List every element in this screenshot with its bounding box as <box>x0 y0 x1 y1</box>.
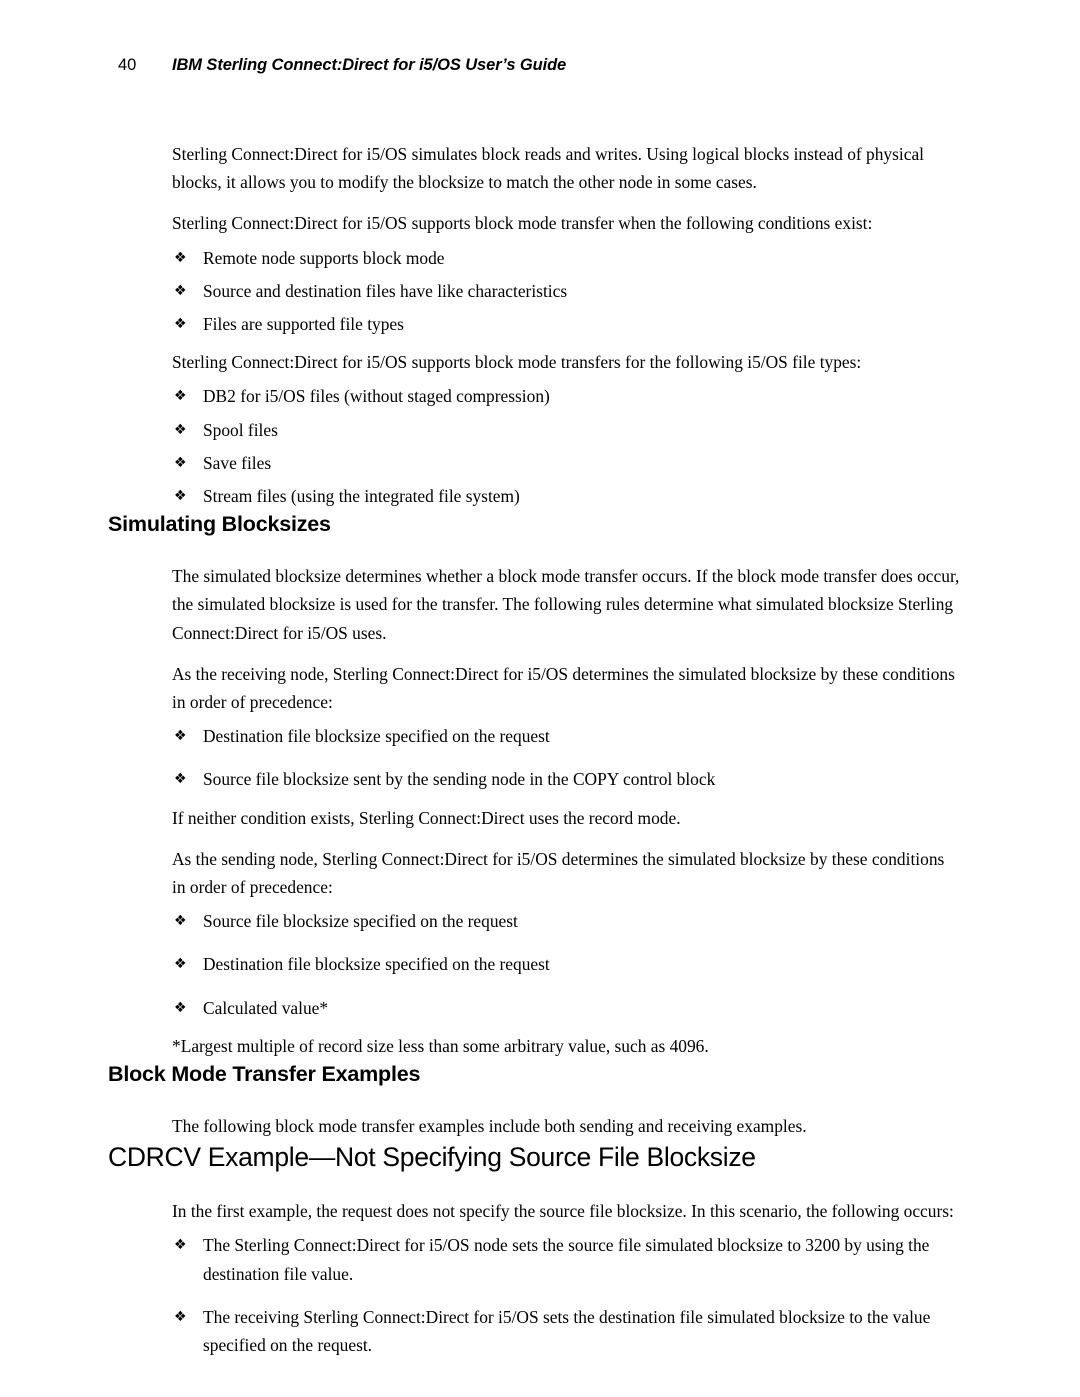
sending-conditions-list: ❖ Source file blocksize specified on the… <box>0 907 1080 1022</box>
diamond-bullet-icon: ❖ <box>174 956 187 973</box>
list-item-label: Files are supported file types <box>203 314 404 335</box>
running-header: 40 IBM Sterling Connect:Direct for i5/OS… <box>0 54 1080 80</box>
paragraph-intro-2: Sterling Connect:Direct for i5/OS suppor… <box>172 213 873 234</box>
paragraph-block-mode-examples: The following block mode transfer exampl… <box>172 1116 807 1137</box>
paragraph-filetypes-intro: Sterling Connect:Direct for i5/OS suppor… <box>172 352 862 373</box>
list-item: ❖ Calculated value* <box>0 994 960 1022</box>
diamond-bullet-icon: ❖ <box>174 421 187 438</box>
list-item-label: The receiving Sterling Connect:Direct fo… <box>203 1306 931 1356</box>
list-item: ❖ Stream files (using the integrated fil… <box>0 482 960 510</box>
list-item: ❖ The Sterling Connect:Direct for i5/OS … <box>0 1231 960 1287</box>
diamond-bullet-icon: ❖ <box>174 771 187 788</box>
header-title: IBM Sterling Connect:Direct for i5/OS Us… <box>172 56 567 74</box>
list-item: ❖ Destination file blocksize specified o… <box>0 950 960 978</box>
list-item-label: Calculated value* <box>203 997 329 1018</box>
heading-cdrcv-example: CDRCV Example—Not Specifying Source File… <box>108 1142 756 1173</box>
diamond-bullet-icon: ❖ <box>174 388 187 405</box>
list-item: ❖ Source file blocksize specified on the… <box>0 907 960 935</box>
file-types-list: ❖ DB2 for i5/OS files (without staged co… <box>0 382 1080 510</box>
receiving-conditions-list: ❖ Destination file blocksize specified o… <box>0 722 1080 793</box>
list-item-label: Spool files <box>203 419 278 440</box>
diamond-bullet-icon: ❖ <box>174 1308 187 1325</box>
list-item: ❖ Files are supported file types <box>0 310 960 338</box>
footnote-calculated-value: *Largest multiple of record size less th… <box>172 1035 709 1056</box>
list-item-label: Source file blocksize specified on the r… <box>203 911 518 932</box>
paragraph-simulating-1: The simulated blocksize determines wheth… <box>172 566 960 643</box>
paragraph-intro-1: Sterling Connect:Direct for i5/OS simula… <box>172 144 924 193</box>
page-number: 40 <box>118 56 137 74</box>
list-item: ❖ Spool files <box>0 416 960 444</box>
list-item: ❖ Destination file blocksize specified o… <box>0 722 960 750</box>
list-item-label: Destination file blocksize specified on … <box>203 954 550 975</box>
paragraph-simulating-2: As the receiving node, Sterling Connect:… <box>172 663 955 713</box>
list-item-label: Stream files (using the integrated file … <box>203 486 520 507</box>
diamond-bullet-icon: ❖ <box>174 1237 187 1254</box>
list-item-label: Source and destination files have like c… <box>203 280 568 301</box>
diamond-bullet-icon: ❖ <box>174 249 187 266</box>
diamond-bullet-icon: ❖ <box>174 454 187 471</box>
list-item-label: DB2 for i5/OS files (without staged comp… <box>203 386 550 407</box>
list-item: ❖ Source and destination files have like… <box>0 277 960 305</box>
paragraph-cdrcv-intro: In the first example, the request does n… <box>172 1201 954 1222</box>
diamond-bullet-icon: ❖ <box>174 999 187 1016</box>
heading-simulating-blocksizes: Simulating Blocksizes <box>108 512 331 537</box>
paragraph-simulating-3: If neither condition exists, Sterling Co… <box>172 807 681 828</box>
list-item-label: Remote node supports block mode <box>203 247 445 268</box>
list-item-label: Source file blocksize sent by the sendin… <box>203 769 716 790</box>
diamond-bullet-icon: ❖ <box>174 488 187 505</box>
list-item-label: Destination file blocksize specified on … <box>203 726 550 747</box>
list-item-label: The Sterling Connect:Direct for i5/OS no… <box>203 1235 930 1284</box>
conditions-list: ❖ Remote node supports block mode ❖ Sour… <box>0 244 1080 339</box>
list-item-label: Save files <box>203 452 272 473</box>
diamond-bullet-icon: ❖ <box>174 282 187 299</box>
cdrcv-steps-list: ❖ The Sterling Connect:Direct for i5/OS … <box>0 1231 1080 1359</box>
diamond-bullet-icon: ❖ <box>174 316 187 333</box>
list-item: ❖ Source file blocksize sent by the send… <box>0 765 960 793</box>
diamond-bullet-icon: ❖ <box>174 913 187 930</box>
list-item: ❖ Remote node supports block mode <box>0 244 960 272</box>
page-content: Sterling Connect:Direct for i5/OS simula… <box>0 140 1080 1359</box>
list-item: ❖ The receiving Sterling Connect:Direct … <box>0 1303 960 1359</box>
list-item: ❖ DB2 for i5/OS files (without staged co… <box>0 382 960 410</box>
heading-block-mode-transfer-examples: Block Mode Transfer Examples <box>108 1062 421 1087</box>
document-page: 40 IBM Sterling Connect:Direct for i5/OS… <box>0 0 1080 1397</box>
list-item: ❖ Save files <box>0 449 960 477</box>
diamond-bullet-icon: ❖ <box>174 728 187 745</box>
paragraph-simulating-4: As the sending node, Sterling Connect:Di… <box>172 848 945 898</box>
